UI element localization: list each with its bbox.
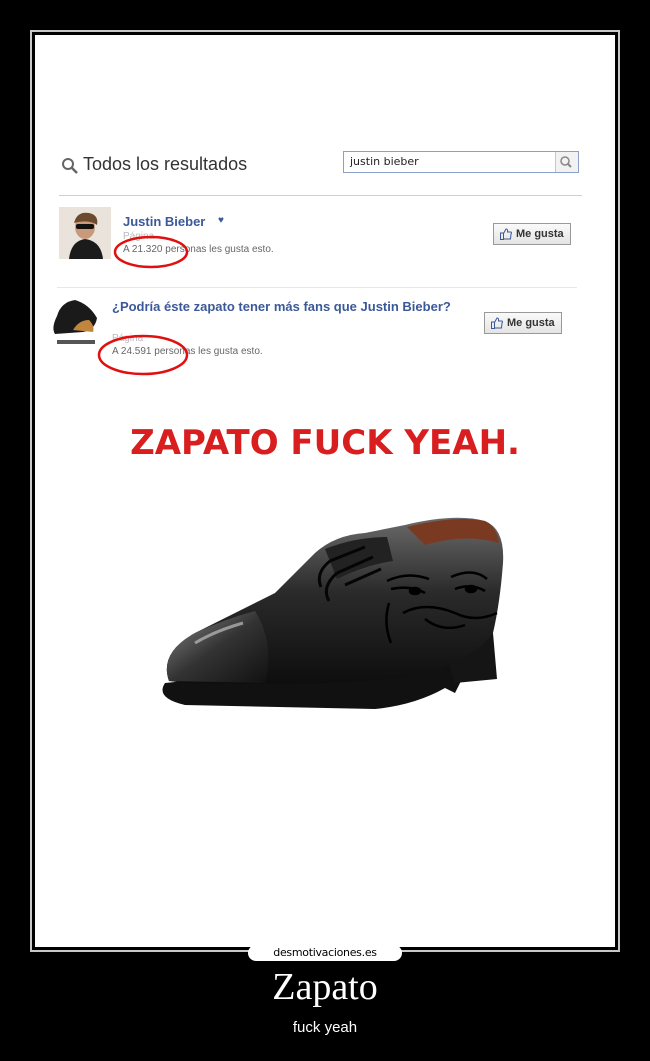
search-header: Todos los resultados justin bieber <box>59 151 582 196</box>
result-row: Justin Bieber ♥ Página A 21.320 personas… <box>59 207 586 269</box>
meme-caption: ZAPATO FUCK YEAH. <box>130 423 520 463</box>
site-watermark: desmotivaciones.es <box>248 945 402 961</box>
search-icon <box>62 158 78 174</box>
shoe-thumbnail[interactable] <box>49 296 103 352</box>
verified-heart-icon: ♥ <box>218 215 224 226</box>
like-button[interactable]: Me gusta <box>484 312 562 334</box>
result-divider <box>57 287 577 288</box>
result-title[interactable]: Justin Bieber <box>123 213 205 230</box>
shoe-rage-face-image <box>162 517 504 709</box>
like-button-label: Me gusta <box>507 317 555 329</box>
like-button-label: Me gusta <box>516 228 564 240</box>
poster-subtitle: fuck yeah <box>292 1019 358 1036</box>
result-like-count: A 21.320 personas les gusta esto. <box>123 244 274 255</box>
justin-bieber-avatar[interactable] <box>59 207 111 259</box>
search-button[interactable] <box>555 152 578 172</box>
like-button[interactable]: Me gusta <box>493 223 571 245</box>
result-category: Página <box>112 333 144 344</box>
search-input[interactable]: justin bieber <box>343 151 579 173</box>
search-query: justin bieber <box>350 155 419 168</box>
results-title: Todos los resultados <box>83 154 248 174</box>
poster-title: Zapato <box>272 966 378 1008</box>
result-like-count: A 24.591 personas les gusta esto. <box>112 346 263 357</box>
search-icon <box>560 156 572 168</box>
poster-image: Todos los resultados justin bieber Justi… <box>35 35 615 947</box>
result-title[interactable]: ¿Podría éste zapato tener más fans que J… <box>112 298 452 315</box>
thumbs-up-icon <box>500 228 512 240</box>
result-row: ¿Podría éste zapato tener más fans que J… <box>49 293 589 376</box>
thumbs-up-icon <box>491 317 503 329</box>
result-category: Página <box>123 231 155 242</box>
poster-frame: Todos los resultados justin bieber Justi… <box>30 30 620 952</box>
